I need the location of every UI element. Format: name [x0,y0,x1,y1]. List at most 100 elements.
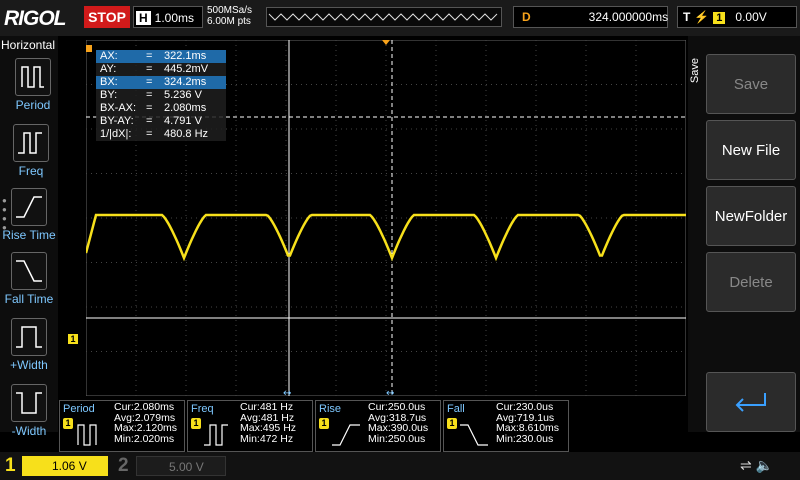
cursor-readout-row: BY-AY: = 4.791 V [96,115,226,128]
rise-time-icon [332,424,360,446]
delay-box[interactable]: D 324.000000ms [513,6,668,28]
menu-item-negative-width[interactable]: -Width [2,384,56,438]
cursor-readout-value: 480.8 Hz [164,128,209,140]
save-button[interactable]: Save [706,54,796,114]
menu-item-label: -Width [11,424,47,438]
measurement-min: Min:2.020ms [114,432,175,445]
measurement-title: Rise [319,403,342,415]
offset-marker-top-left [86,45,92,52]
menu-item-freq[interactable]: Freq [4,124,58,178]
new-folder-button[interactable]: NewFolder [706,186,796,246]
memory-depth: 6.00M pts [207,16,251,27]
timebase-value: 1.00ms [154,11,195,25]
channel-2-number[interactable]: 2 [118,455,129,477]
measurement-cur: Cur:481 Hz [240,401,294,413]
rising-edge-icon: ⚡ [694,10,710,24]
trigger-label: T [683,10,691,24]
menu-item-label: Period [15,98,51,112]
measurement-cur: Cur:250.0us [368,401,426,413]
cursor-readout-value: 324.2ms [164,76,207,88]
measurement-cur: Cur:230.0us [496,401,554,413]
left-menu-title: Horizontal [1,38,56,52]
cursor-readout-key: BY: [100,89,118,101]
menu-item-label: Fall Time [4,292,54,306]
trigger-box[interactable]: T ⚡ 1 0.00V [677,6,797,28]
waveform-position-bar[interactable] [266,7,502,27]
delete-button[interactable]: Delete [706,252,796,312]
measurement-cur: Cur:2.080ms [114,401,175,413]
frequency-icon [13,124,49,162]
frequency-icon [204,424,228,446]
fall-time-icon [460,424,488,446]
cursor-readout-equals: = [146,89,153,101]
menu-item-rise-time[interactable]: Rise Time [2,188,56,242]
save-menu-tab[interactable]: Save [689,58,701,83]
acquisition-info: 500MSa/s 6.00M pts [207,5,252,27]
cursor-readout-key: AX: [100,50,118,62]
menu-item-period[interactable]: Period [6,58,60,112]
cursor-readout-value: 322.1ms [164,50,207,62]
period-icon [15,58,51,96]
negative-width-icon [11,384,47,422]
cursor-readout-value: 4.791 V [164,115,202,127]
measurement-fall[interactable]: Fall 1 Cur:230.0us Avg:719.1us Max:8.610… [443,400,569,452]
measurement-min: Min:472 Hz [240,432,294,445]
enter-return-icon [735,393,766,412]
cursor-readout-value: 445.2mV [164,63,209,75]
measurement-title: Freq [191,403,214,415]
channel-1-number[interactable]: 1 [5,455,16,477]
measurement-source: 1 [191,418,201,429]
cursor-readout-row: BX: = 324.2ms [96,76,226,89]
cursor-readout-key: AY: [100,63,117,75]
waveform-overview-icon [268,13,498,21]
delay-value: 324.000000ms [588,10,669,24]
measurement-max: Max:390.0us [368,422,429,434]
cursor-readout-key: BX-AX: [100,102,137,114]
measurement-min: Min:250.0us [368,432,426,445]
cursor-readout-key: BX: [100,76,118,88]
cursor-readout-row: BY: = 5.236 V [96,89,226,102]
cursor-readout-equals: = [146,128,153,140]
channel-1-scale-box[interactable]: 1.06 V [22,456,108,476]
menu-item-positive-width[interactable]: +Width [2,318,56,372]
menu-item-fall-time[interactable]: Fall Time [2,252,56,306]
channel-1-scale: 1.06 V [52,459,87,473]
cursor-readout-row: 1/|dX|: = 480.8 Hz [96,128,226,141]
rise-time-icon [11,188,47,226]
cursor-readout-equals: = [146,63,153,75]
measurement-max: Max:495 Hz [240,422,297,434]
positive-width-icon [11,318,47,356]
cursor-readout-row: AX: = 322.1ms [96,50,226,63]
cursor-b-marker-icon: ↔ [386,388,394,396]
measurement-period[interactable]: Period 1 Cur:2.080ms Avg:2.079ms Max:2.1… [59,400,185,452]
measurement-min: Min:230.0us [496,432,554,445]
measurement-freq[interactable]: Freq 1 Cur:481 Hz Avg:481 Hz Max:495 Hz … [187,400,313,452]
menu-item-label: +Width [10,358,48,372]
measurement-max: Max:2.120ms [114,422,178,434]
trigger-source: 1 [713,12,726,24]
new-file-button[interactable]: New File [706,120,796,180]
cursor-readout-key: BY-AY: [100,115,134,127]
run-stop-indicator[interactable]: STOP [84,6,130,28]
timebase-box[interactable]: H 1.00ms [133,6,203,28]
cursor-readout-value: 2.080ms [164,102,207,114]
cursor-readout-equals: = [146,50,153,62]
channel-1-ground-marker[interactable]: 1 [68,334,78,344]
menu-item-label: Freq [18,164,44,178]
channel-2-scale-box[interactable]: 5.00 V [136,456,226,476]
measurement-rise[interactable]: Rise 1 Cur:250.0us Avg:318.7us Max:390.0… [315,400,441,452]
enter-button[interactable] [706,372,796,432]
delay-label: D [522,10,531,24]
cursor-readout-row: BX-AX: = 2.080ms [96,102,226,115]
trigger-level: 0.00V [735,10,767,24]
usb-icon: ⇌ 🔈 [740,457,774,473]
brand-logo: RIGOL [4,7,66,30]
measurement-max: Max:8.610ms [496,422,560,434]
cursor-a-marker-icon: ↔ [283,388,291,396]
cursor-readout-row: AY: = 445.2mV [96,63,226,76]
cursor-readout-value: 5.236 V [164,89,202,101]
timebase-label: H [136,11,151,25]
channel-2-scale: 5.00 V [169,460,204,474]
measurement-source: 1 [447,418,457,429]
measurement-source: 1 [63,418,73,429]
